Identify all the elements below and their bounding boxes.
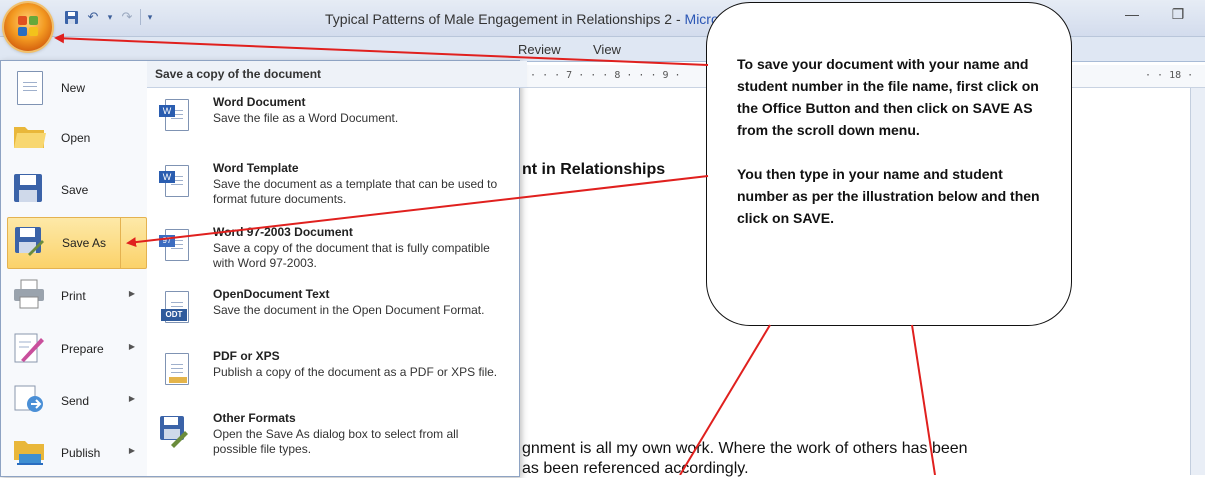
qat-separator (140, 9, 141, 25)
option-description: Save the document as a template that can… (213, 177, 498, 206)
document-heading: nt in Relationships (522, 161, 666, 178)
menu-item-label: Print (61, 289, 86, 303)
menu-item-publish[interactable]: Publish ▶ (7, 428, 145, 478)
option-word-97-2003[interactable]: 97 Word 97-2003 Document Save a copy of … (155, 225, 515, 285)
option-other-formats[interactable]: Other Formats Open the Save As dialog bo… (155, 411, 515, 467)
save-as-icon (14, 226, 48, 260)
menu-item-open[interactable]: Open (7, 113, 145, 163)
tab-view[interactable]: View (593, 42, 621, 57)
folder-open-icon (13, 121, 47, 155)
office-menu-commands: New Open Save Save As Print ▶ Prepare ▶ … (1, 61, 148, 476)
option-description: Open the Save As dialog box to select fr… (213, 427, 459, 456)
document-text-line: as been referenced accordingly. (522, 460, 749, 477)
submenu-arrow-icon: ▶ (128, 289, 135, 298)
word-template-icon: W (159, 165, 189, 199)
pdf-xps-icon (159, 353, 189, 387)
option-title: Other Formats (213, 411, 296, 425)
option-description: Publish a copy of the document as a PDF … (213, 365, 498, 379)
menu-item-label: Publish (61, 446, 101, 460)
menu-item-print[interactable]: Print ▶ (7, 271, 145, 321)
menu-item-save[interactable]: Save (7, 165, 145, 215)
office-button[interactable] (4, 3, 52, 51)
office-logo-icon (18, 16, 38, 36)
ruler-ticks: 6 · · · 7 · · · 8 · · · 9 · (518, 70, 681, 81)
option-word-document[interactable]: W Word Document Save the file as a Word … (155, 95, 515, 145)
option-description: Save the file as a Word Document. (213, 111, 399, 125)
option-title: OpenDocument Text (213, 287, 330, 301)
floppy-disk-icon (13, 173, 47, 207)
word-97-2003-icon: 97 (159, 229, 189, 263)
quick-access-toolbar: ↶ ▾ ↷ ▾ (62, 8, 155, 26)
option-title: Word Template (213, 161, 299, 175)
callout-paragraph: You then type in your name and student n… (737, 166, 1040, 226)
word-document-icon: W (159, 99, 189, 133)
new-doc-icon (13, 71, 47, 105)
option-description: Save a copy of the document that is full… (213, 241, 490, 270)
minimize-icon[interactable]: — (1120, 6, 1144, 24)
submenu-arrow-icon: ▶ (128, 394, 135, 403)
option-pdf-or-xps[interactable]: PDF or XPS Publish a copy of the documen… (155, 349, 515, 405)
option-title: Word 97-2003 Document (213, 225, 353, 239)
submenu-arrow-icon: ▶ (128, 446, 135, 455)
customize-qat-icon[interactable]: ▾ (145, 8, 155, 26)
menu-item-label: Open (61, 131, 91, 145)
tab-review[interactable]: Review (518, 42, 561, 57)
odt-icon: ODT (159, 291, 189, 325)
publish-icon (13, 436, 47, 470)
restore-icon[interactable]: ❐ (1166, 6, 1190, 24)
menu-item-label: Save As (62, 236, 107, 250)
menu-item-label: New (61, 81, 86, 95)
undo-dropdown-icon[interactable]: ▾ (106, 8, 114, 26)
menu-item-label: Send (61, 394, 90, 408)
undo-icon[interactable]: ↶ (84, 8, 102, 26)
menu-item-save-as[interactable]: Save As (7, 217, 147, 269)
submenu-header: Save a copy of the document (147, 61, 527, 88)
document-margin (1190, 88, 1205, 475)
save-as-submenu: Save a copy of the document W Word Docum… (147, 61, 527, 476)
prepare-icon (13, 332, 47, 366)
menu-item-prepare[interactable]: Prepare ▶ (7, 324, 145, 374)
callout-text: To save your document with your name and… (737, 53, 1057, 251)
send-icon (13, 384, 47, 418)
option-description: Save the document in the Open Document F… (213, 303, 485, 317)
option-title: Word Document (213, 95, 306, 109)
submenu-arrow-icon: ▶ (128, 342, 135, 351)
odt-badge: ODT (161, 309, 187, 321)
save-icon[interactable] (62, 8, 80, 26)
document-text-line: gnment is all my own work. Where the wor… (522, 440, 968, 457)
other-formats-icon (159, 415, 189, 449)
office-menu: New Open Save Save As Print ▶ Prepare ▶ … (0, 60, 527, 477)
instruction-callout: To save your document with your name and… (706, 2, 1072, 326)
printer-icon (13, 279, 47, 313)
option-opendocument-text[interactable]: ODT OpenDocument Text Save the document … (155, 287, 515, 347)
option-title: PDF or XPS (213, 349, 280, 363)
option-word-template[interactable]: W Word Template Save the document as a t… (155, 161, 515, 221)
menu-item-send[interactable]: Send ▶ (7, 376, 145, 426)
menu-item-new[interactable]: New (7, 63, 145, 113)
menu-item-label: Prepare (61, 342, 104, 356)
window-title: Typical Patterns of Male Engagement in R… (325, 11, 719, 27)
callout-paragraph: To save your document with your name and… (737, 56, 1039, 138)
document-title: Typical Patterns of Male Engagement in R… (325, 11, 685, 27)
menu-item-label: Save (61, 183, 89, 197)
split-divider (120, 218, 121, 268)
redo-icon[interactable]: ↷ (118, 8, 136, 26)
ruler-right-ticks: · · 18 · (1145, 70, 1194, 81)
